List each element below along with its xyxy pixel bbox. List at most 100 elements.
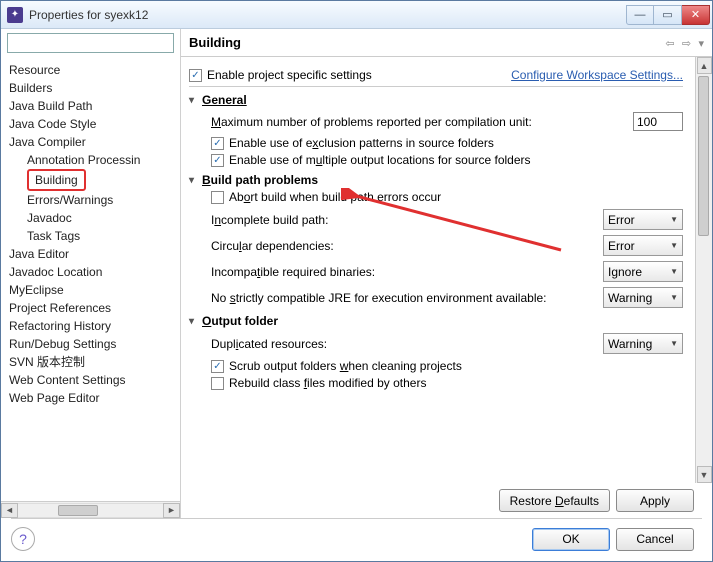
incompat-select[interactable]: Ignore▼: [603, 261, 683, 282]
multiple-checkbox[interactable]: [211, 154, 224, 167]
scroll-track[interactable]: [18, 503, 163, 518]
sidebar-item-annotation-processin[interactable]: Annotation Processin: [25, 151, 180, 169]
sidebar-hscroll[interactable]: ◄ ►: [1, 501, 180, 518]
minimize-button[interactable]: —: [626, 5, 654, 25]
exclusion-checkbox[interactable]: [211, 137, 224, 150]
sidebar-item-java-compiler[interactable]: Java Compiler: [7, 133, 180, 151]
buildpath-body: Abort build when build path errors occur…: [211, 190, 683, 308]
vscroll-track[interactable]: [697, 74, 712, 466]
incompat-row: Incompatible required binaries: Ignore▼: [211, 261, 683, 282]
max-problems-label: Maximum number of problems reported per …: [211, 115, 633, 129]
main: Building ⇦ ⇨ ▾ Enable project specific s…: [181, 29, 712, 518]
page-title: Building: [189, 35, 661, 50]
scroll-up-icon[interactable]: ▲: [697, 57, 712, 74]
scroll-right-icon[interactable]: ►: [163, 503, 180, 518]
sidebar-item-builders[interactable]: Builders: [7, 79, 180, 97]
rebuild-label: Rebuild class files modified by others: [229, 376, 426, 390]
section-general-title: General: [202, 93, 247, 107]
restore-defaults-button[interactable]: Restore Defaults: [499, 489, 610, 512]
enable-specific-label: Enable project specific settings: [207, 68, 511, 82]
cancel-button[interactable]: Cancel: [616, 528, 694, 551]
nav-icons: ⇦ ⇨ ▾: [661, 36, 704, 50]
section-output-title: Output folder: [202, 314, 278, 328]
close-button[interactable]: ✕: [682, 5, 710, 25]
circular-row: Circular dependencies: Error▼: [211, 235, 683, 256]
enable-specific-checkbox[interactable]: [189, 69, 202, 82]
sidebar-item-web-content-settings[interactable]: Web Content Settings: [7, 371, 180, 389]
sidebar-item-web-page-editor[interactable]: Web Page Editor: [7, 389, 180, 407]
max-problems-row: Maximum number of problems reported per …: [211, 112, 683, 131]
multiple-row: Enable use of multiple output locations …: [211, 153, 683, 167]
content-scroll: Enable project specific settings Configu…: [181, 57, 712, 483]
sidebar-item-resource[interactable]: Resource: [7, 61, 180, 79]
sidebar-item-myeclipse[interactable]: MyEclipse: [7, 281, 180, 299]
dup-select[interactable]: Warning▼: [603, 333, 683, 354]
incompat-label: Incompatible required binaries:: [211, 265, 603, 279]
section-buildpath[interactable]: ▾ Build path problems: [189, 173, 683, 187]
ok-button[interactable]: OK: [532, 528, 610, 551]
sidebar-item-refactoring-history[interactable]: Refactoring History: [7, 317, 180, 335]
circular-label: Circular dependencies:: [211, 239, 603, 253]
sidebar-item-javadoc-location[interactable]: Javadoc Location: [7, 263, 180, 281]
scrub-label: Scrub output folders when cleaning proje…: [229, 359, 462, 373]
twisty-icon[interactable]: ▾: [189, 175, 199, 186]
section-output[interactable]: ▾ Output folder: [189, 314, 683, 328]
nav-tree[interactable]: ResourceBuildersJava Build PathJava Code…: [1, 59, 180, 501]
scroll-left-icon[interactable]: ◄: [1, 503, 18, 518]
sidebar-item-java-build-path[interactable]: Java Build Path: [7, 97, 180, 115]
sidebar-item-task-tags[interactable]: Task Tags: [25, 227, 180, 245]
scroll-down-icon[interactable]: ▼: [697, 466, 712, 483]
sidebar-item-javadoc[interactable]: Javadoc: [25, 209, 180, 227]
abort-checkbox[interactable]: [211, 191, 224, 204]
maximize-button[interactable]: ▭: [654, 5, 682, 25]
titlebar: ✦ Properties for syexk12 — ▭ ✕: [1, 1, 712, 29]
output-body: Duplicated resources: Warning▼ Scrub out…: [211, 333, 683, 390]
rebuild-checkbox[interactable]: [211, 377, 224, 390]
sidebar-item-svn-[interactable]: SVN 版本控制: [7, 353, 180, 371]
twisty-icon[interactable]: ▾: [189, 316, 199, 327]
main-header: Building ⇦ ⇨ ▾: [181, 29, 712, 57]
window: ✦ Properties for syexk12 — ▭ ✕ ResourceB…: [0, 0, 713, 562]
circular-select[interactable]: Error▼: [603, 235, 683, 256]
incomplete-label: Incomplete build path:: [211, 213, 603, 227]
dup-row: Duplicated resources: Warning▼: [211, 333, 683, 354]
window-title: Properties for syexk12: [29, 8, 626, 22]
apply-button[interactable]: Apply: [616, 489, 694, 512]
incomplete-select[interactable]: Error▼: [603, 209, 683, 230]
sidebar-item-project-references[interactable]: Project References: [7, 299, 180, 317]
sidebar-item-java-code-style[interactable]: Java Code Style: [7, 115, 180, 133]
scrub-row: Scrub output folders when cleaning proje…: [211, 359, 683, 373]
menu-icon[interactable]: ▾: [698, 38, 704, 50]
rebuild-row: Rebuild class files modified by others: [211, 376, 683, 390]
help-icon[interactable]: ?: [11, 527, 35, 551]
abort-label: Abort build when build path errors occur: [229, 190, 441, 204]
filter-box: [7, 33, 174, 53]
max-problems-input[interactable]: [633, 112, 683, 131]
sidebar-item-java-editor[interactable]: Java Editor: [7, 245, 180, 263]
sidebar-item-building[interactable]: Building: [25, 169, 180, 191]
incomplete-row: Incomplete build path: Error▼: [211, 209, 683, 230]
multiple-label: Enable use of multiple output locations …: [229, 153, 531, 167]
twisty-icon[interactable]: ▾: [189, 95, 199, 106]
sidebar-item-errors-warnings[interactable]: Errors/Warnings: [25, 191, 180, 209]
nojre-select[interactable]: Warning▼: [603, 287, 683, 308]
sidebar-item-run-debug-settings[interactable]: Run/Debug Settings: [7, 335, 180, 353]
exclusion-row: Enable use of exclusion patterns in sour…: [211, 136, 683, 150]
forward-icon[interactable]: ⇨: [682, 38, 691, 50]
vscroll-thumb[interactable]: [698, 76, 709, 236]
content: Enable project specific settings Configu…: [181, 57, 695, 483]
scrub-checkbox[interactable]: [211, 360, 224, 373]
section-buildpath-title: Build path problems: [202, 173, 318, 187]
section-general[interactable]: ▾ General: [189, 93, 683, 107]
nojre-label: No strictly compatible JRE for execution…: [211, 291, 603, 305]
nojre-row: No strictly compatible JRE for execution…: [211, 287, 683, 308]
back-icon[interactable]: ⇦: [665, 38, 674, 50]
content-vscroll[interactable]: ▲ ▼: [695, 57, 712, 483]
filter-input[interactable]: [7, 33, 174, 53]
scroll-thumb[interactable]: [58, 505, 98, 516]
configure-workspace-link[interactable]: Configure Workspace Settings...: [511, 68, 683, 82]
dup-label: Duplicated resources:: [211, 337, 603, 351]
sidebar: ResourceBuildersJava Build PathJava Code…: [1, 29, 181, 518]
enable-row: Enable project specific settings Configu…: [189, 68, 683, 82]
general-body: Maximum number of problems reported per …: [211, 112, 683, 167]
